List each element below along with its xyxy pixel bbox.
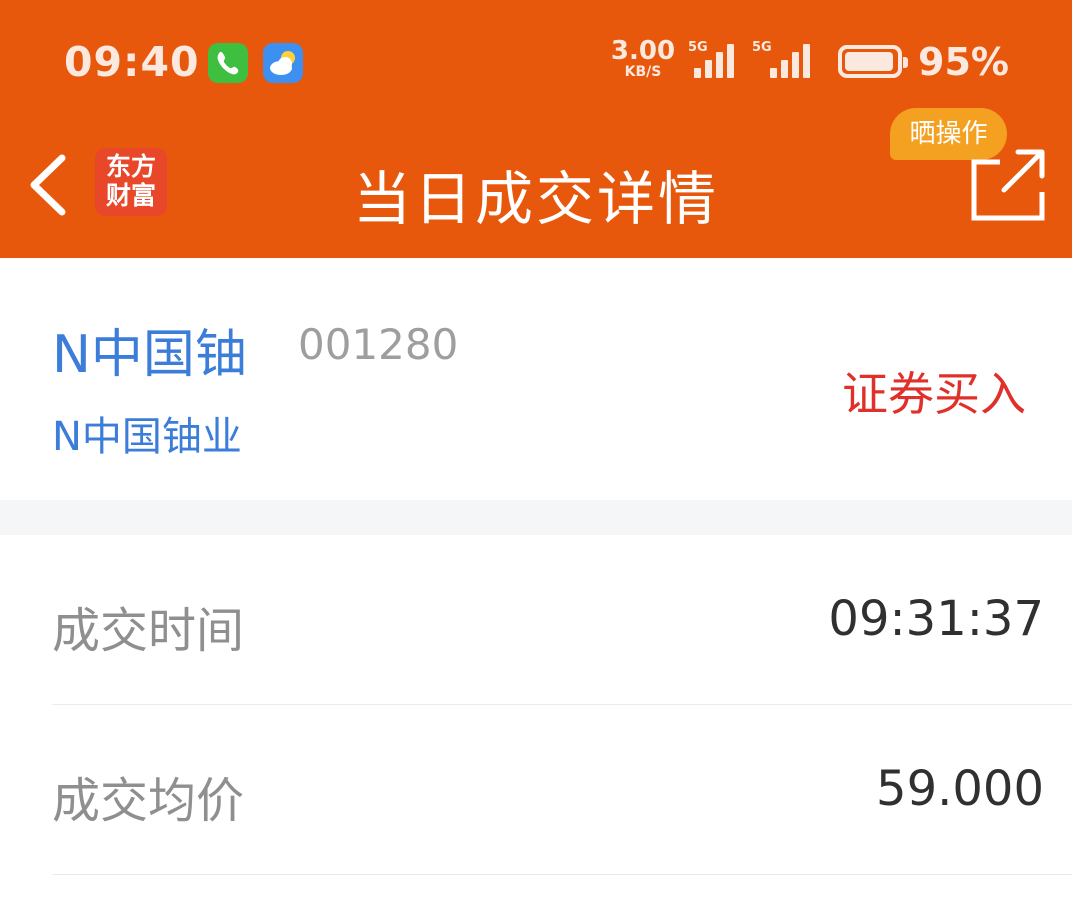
trade-type: 证券买入: [842, 367, 1026, 421]
network-speed-unit: KB/S: [624, 64, 662, 80]
header: 09:40 3.00 KB/S 5G 5G 95% 东方 财富 当日成交详情 晒…: [0, 0, 1072, 258]
detail-row-trade-time: 成交时间 09:31:37: [0, 535, 1072, 705]
share-icon: [971, 149, 1045, 221]
stock-full-name[interactable]: N中国铀业: [52, 404, 242, 462]
battery-percent: 95%: [918, 40, 1009, 84]
network-speed: 3.00 KB/S: [608, 38, 678, 79]
signal-tag: 5G: [752, 40, 772, 55]
stock-code: 001280: [298, 320, 459, 369]
row-divider: [52, 874, 1072, 875]
detail-label: 成交时间: [52, 603, 245, 659]
status-time: 09:40: [64, 38, 200, 86]
detail-value: 59.000: [876, 761, 1044, 817]
detail-value: 09:31:37: [828, 591, 1044, 647]
stock-info: N中国铀 001280 N中国铀业 证券买入: [0, 258, 1072, 500]
network-speed-value: 3.00: [610, 36, 676, 66]
signal-icon: 5G: [752, 40, 810, 80]
weather-app-icon: [263, 43, 303, 83]
battery-icon: [838, 45, 908, 78]
signal-tag: 5G: [688, 40, 708, 55]
phone-app-icon: [208, 43, 248, 83]
detail-row-avg-price: 成交均价 59.000: [0, 705, 1072, 875]
section-divider: [0, 500, 1072, 535]
stock-name[interactable]: N中国铀: [52, 312, 247, 387]
page-title: 当日成交详情: [352, 165, 719, 233]
signal-icon: 5G: [688, 40, 742, 80]
share-button[interactable]: [970, 148, 1046, 222]
detail-label: 成交均价: [52, 773, 245, 829]
